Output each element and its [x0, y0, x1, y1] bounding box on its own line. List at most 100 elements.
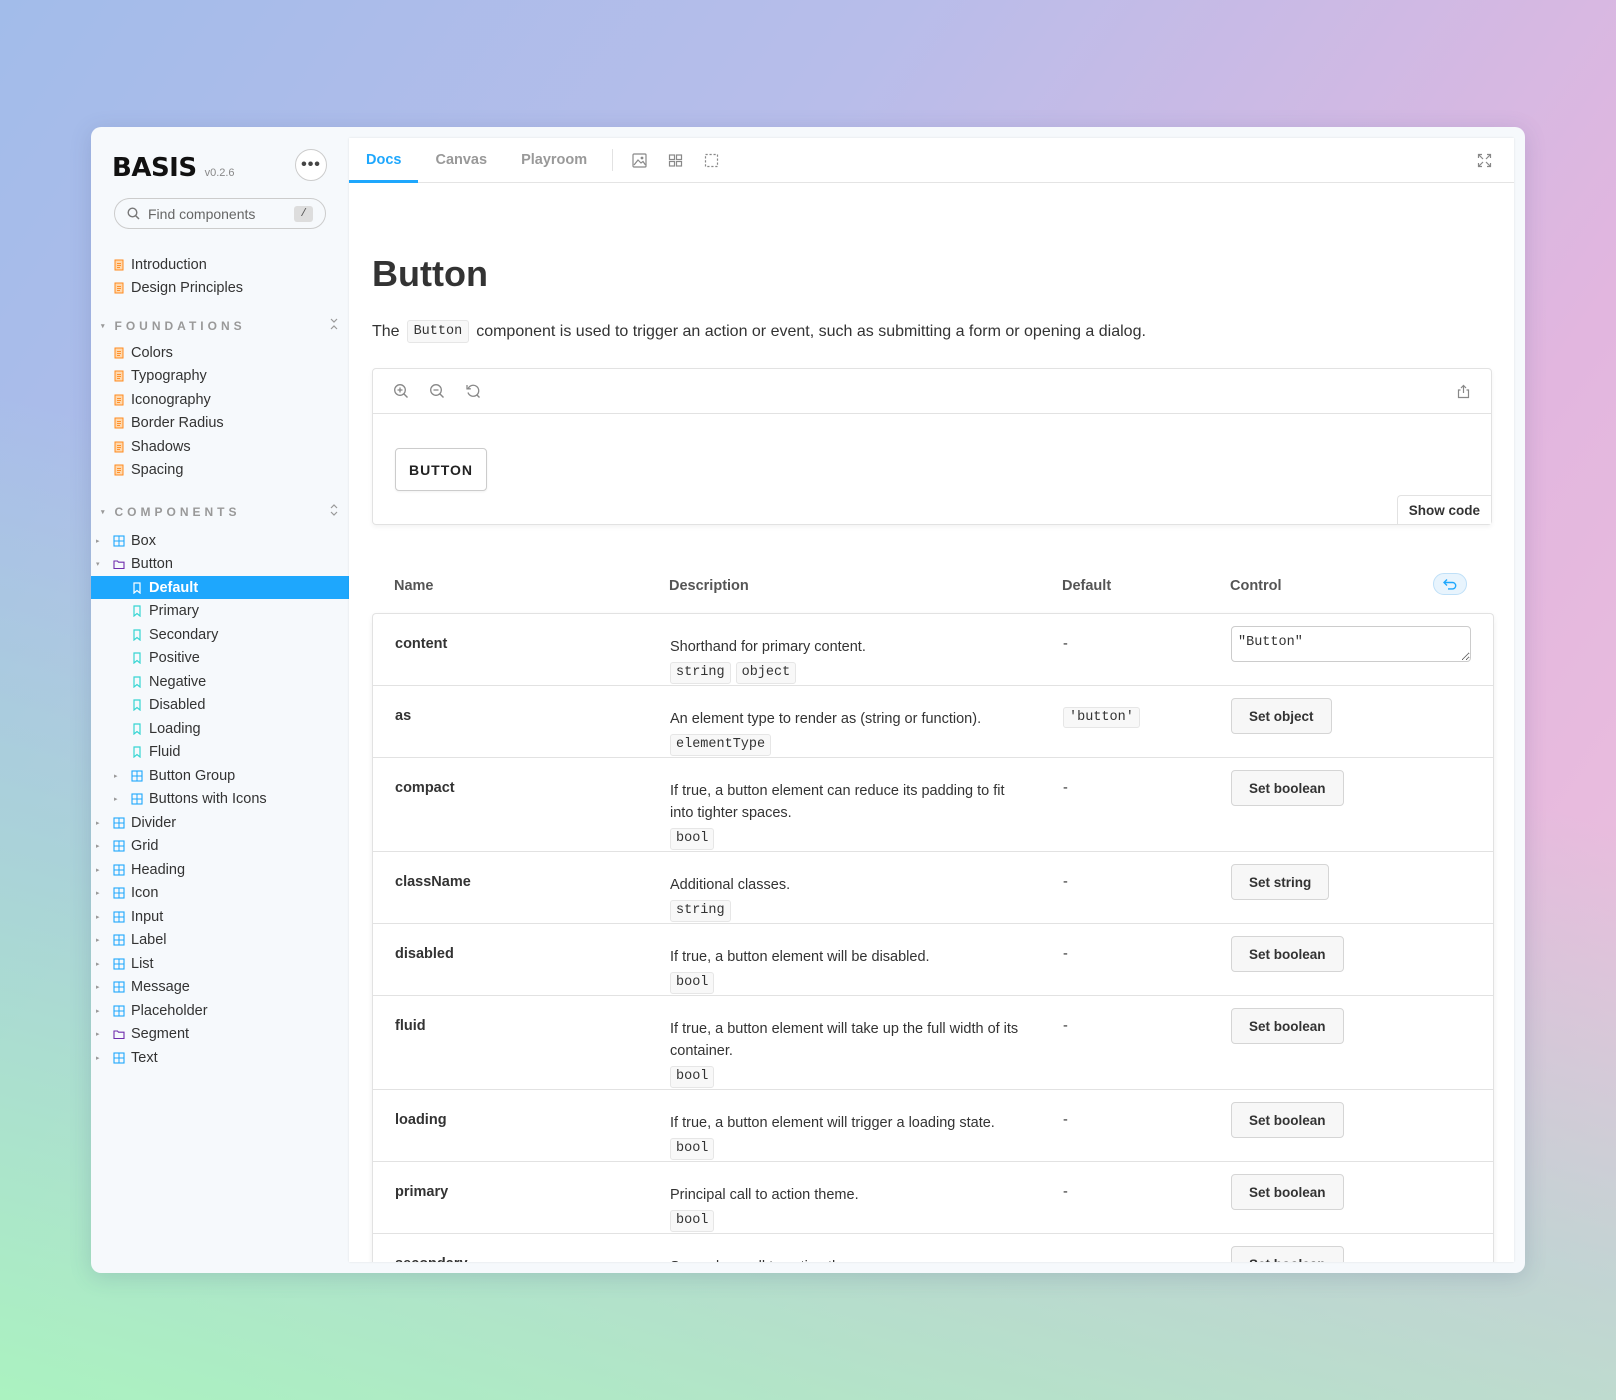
prop-types: bool — [670, 972, 1025, 994]
sidebar-item-disabled[interactable]: Disabled — [91, 694, 349, 717]
props-table-header: Name Description Default Control — [372, 573, 1492, 603]
sidebar-item-fluid[interactable]: Fluid — [91, 741, 349, 764]
sidebar-item-label: Disabled — [149, 697, 206, 713]
sidebar-item-label: Default — [149, 579, 199, 596]
sidebar-item-input[interactable]: ▸ Input — [91, 905, 349, 928]
sidebar-item-box[interactable]: ▸ Box — [91, 529, 349, 552]
zoom-out-icon[interactable] — [419, 369, 455, 414]
sidebar-item-divider[interactable]: ▸ Divider — [91, 811, 349, 834]
chevron-right-icon: ▸ — [96, 843, 100, 850]
prop-types: elementType — [670, 734, 1025, 756]
more-options-icon[interactable]: ••• — [295, 149, 327, 181]
prop-type-badge: bool — [670, 1138, 715, 1160]
prop-description-text: Shorthand for primary content. — [670, 639, 866, 655]
sidebar-item-default[interactable]: Default — [91, 576, 349, 599]
tab-playroom[interactable]: Playroom — [504, 138, 604, 182]
foundations-section[interactable]: ▾ FOUNDATIONS — [101, 318, 339, 333]
set-boolean-button[interactable]: Set boolean — [1231, 1008, 1344, 1044]
prop-default: - — [1063, 946, 1068, 962]
document-icon — [113, 441, 125, 453]
chevron-right-icon: ▸ — [96, 1054, 100, 1062]
prop-type-badge: string — [670, 900, 731, 922]
sidebar-item-button[interactable]: ▾ Button — [91, 553, 349, 576]
lead-code: Button — [406, 320, 470, 343]
tab-docs[interactable]: Docs — [349, 138, 419, 183]
grid-icon[interactable] — [657, 138, 693, 182]
sidebar-item-buttons-with-icons[interactable]: ▸ Buttons with Icons — [91, 788, 349, 811]
table-row: content Shorthand for primary content. str… — [373, 614, 1493, 686]
tab-canvas[interactable]: Canvas — [418, 138, 504, 182]
chevron-right-icon: ▸ — [96, 937, 100, 944]
sidebar-item-spacing[interactable]: Spacing — [91, 459, 349, 482]
sidebar-item-label: Heading — [131, 861, 186, 878]
brand[interactable]: BASIS v0.2.6 — [112, 153, 235, 183]
set-boolean-button[interactable]: Set boolean — [1231, 936, 1344, 972]
sidebar-item-loading[interactable]: Loading — [91, 717, 349, 740]
props-table-body: content Shorthand for primary content. str… — [372, 613, 1494, 1262]
sidebar-item-message[interactable]: ▸ Message — [91, 976, 349, 999]
component-icon — [113, 840, 125, 852]
sidebar-item-label: Message — [131, 979, 190, 995]
sidebar-item-label[interactable]: ▸ Label — [91, 929, 349, 952]
sidebar-item-grid[interactable]: ▸ Grid — [91, 835, 349, 858]
sidebar-item-placeholder[interactable]: ▸ Placeholder — [91, 999, 349, 1022]
reset-zoom-icon[interactable] — [455, 369, 491, 414]
chevron-right-icon: ▸ — [96, 984, 100, 991]
sidebar-item-negative[interactable]: Negative — [91, 670, 349, 693]
search-input[interactable] — [148, 205, 288, 222]
prop-name: disabled — [395, 946, 454, 962]
show-code-button[interactable]: Show code — [1396, 495, 1491, 524]
zoom-in-icon[interactable] — [383, 369, 419, 414]
reset-controls-icon[interactable] — [1433, 573, 1467, 595]
toolbar: Docs Canvas Playroom — [349, 138, 1514, 183]
sidebar-item-button-group[interactable]: ▸ Button Group — [91, 764, 349, 787]
sidebar-item-label: Button — [131, 556, 173, 572]
set-boolean-button[interactable]: Set boolean — [1231, 1174, 1344, 1210]
set-string-button[interactable]: Set string — [1231, 864, 1330, 900]
prop-name: content — [395, 636, 448, 652]
sidebar-item-list[interactable]: ▸ List — [91, 952, 349, 975]
component-icon — [113, 887, 125, 899]
set-boolean-button[interactable]: Set boolean — [1231, 1246, 1344, 1262]
set-object-button[interactable]: Set object — [1231, 698, 1332, 734]
set-boolean-button[interactable]: Set boolean — [1231, 770, 1344, 806]
sidebar-item-typography[interactable]: Typography — [91, 365, 349, 388]
sidebar-item-positive[interactable]: Positive — [91, 647, 349, 670]
sidebar-item-colors[interactable]: Colors — [91, 341, 349, 364]
prop-type-badge: bool — [670, 828, 715, 850]
sidebar-item-icon[interactable]: ▸ Icon — [91, 882, 349, 905]
sidebar-item-border-radius[interactable]: Border Radius — [91, 412, 349, 435]
prop-name: compact — [395, 780, 455, 796]
sidebar-item-secondary[interactable]: Secondary — [91, 623, 349, 646]
share-icon[interactable] — [1445, 369, 1481, 414]
sidebar-item-label: Positive — [149, 650, 200, 666]
sidebar-item-iconography[interactable]: Iconography — [91, 388, 349, 411]
prop-description: An element type to render as (string or … — [670, 708, 1025, 756]
set-boolean-button[interactable]: Set boolean — [1231, 1102, 1344, 1138]
expand-icon[interactable] — [329, 504, 339, 519]
search-box[interactable]: / — [114, 198, 326, 229]
sidebar-item-segment[interactable]: ▸ Segment — [91, 1023, 349, 1046]
fullscreen-icon[interactable] — [1466, 138, 1502, 183]
sidebar-item-design-principles[interactable]: Design Principles — [91, 277, 349, 300]
demo-button[interactable]: BUTTON — [395, 448, 487, 491]
components-section[interactable]: ▾ COMPONENTS — [101, 504, 339, 519]
prop-default: - — [1063, 780, 1068, 796]
prop-description-text: If true, a button element will take up t… — [670, 1021, 1019, 1059]
chevron-right-icon: ▸ — [96, 1007, 100, 1015]
outline-icon[interactable] — [693, 138, 729, 182]
prop-description-text: Principal call to action theme. — [670, 1187, 859, 1203]
sidebar-item-label: Iconography — [131, 391, 211, 408]
collapse-icon[interactable] — [329, 318, 339, 333]
sidebar-item-primary[interactable]: Primary — [91, 600, 349, 623]
search-icon — [127, 207, 140, 220]
chevron-right-icon: ▸ — [96, 890, 100, 897]
sidebar-item-heading[interactable]: ▸ Heading — [91, 858, 349, 881]
background-image-icon[interactable] — [621, 138, 657, 182]
sidebar-item-introduction[interactable]: Introduction — [91, 253, 349, 276]
sidebar-item-text[interactable]: ▸ Text — [91, 1046, 349, 1069]
content-control-input[interactable]: "Button" — [1231, 626, 1471, 662]
chevron-right-icon: ▸ — [96, 866, 100, 874]
sidebar-item-shadows[interactable]: Shadows — [91, 435, 349, 458]
component-icon — [113, 957, 125, 970]
